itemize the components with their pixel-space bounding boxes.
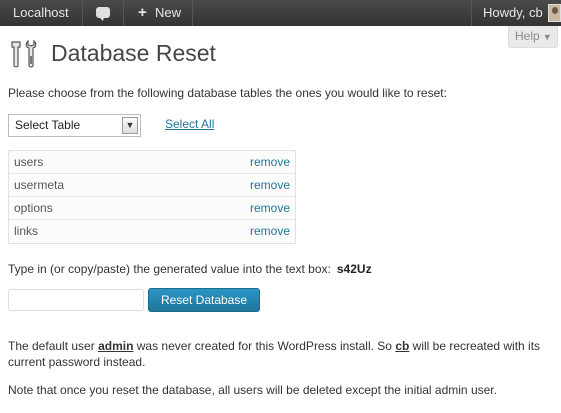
- confirm-code-input[interactable]: [8, 289, 144, 311]
- select-all-link[interactable]: Select All: [165, 117, 214, 131]
- remove-link[interactable]: remove: [250, 201, 290, 215]
- table-row: links remove: [9, 220, 295, 243]
- new-label: New: [155, 5, 182, 20]
- table-name: usermeta: [14, 178, 65, 192]
- site-name-link[interactable]: Localhost: [0, 0, 82, 26]
- warning-note: Note that once you reset the database, a…: [8, 383, 497, 397]
- new-content-button[interactable]: + New: [124, 0, 192, 26]
- table-name: users: [14, 155, 44, 169]
- default-username: admin: [98, 339, 134, 353]
- table-list: users remove usermeta remove options rem…: [8, 150, 296, 244]
- comment-bubble-icon: [96, 7, 110, 21]
- table-row: usermeta remove: [9, 174, 295, 197]
- intro-text: Please choose from the following databas…: [8, 86, 447, 100]
- avatar: [548, 4, 561, 22]
- note-text: was never created for this WordPress ins…: [136, 339, 392, 353]
- table-select[interactable]: Select Table ▼: [8, 114, 141, 137]
- help-label: Help: [515, 29, 540, 43]
- table-row: users remove: [9, 151, 295, 174]
- confirm-instructions: Type in (or copy/paste) the generated va…: [8, 262, 372, 276]
- remove-link[interactable]: remove: [250, 224, 290, 238]
- page-title: Database Reset: [51, 40, 216, 66]
- admin-bar-divider: [192, 0, 193, 26]
- account-greeting: Howdy, cb: [483, 5, 543, 20]
- admin-bar: Localhost + New Howdy, cb: [0, 0, 561, 26]
- current-username: cb: [395, 339, 410, 353]
- help-tab-button[interactable]: Help ▼: [508, 26, 558, 48]
- default-user-note: The default user admin was never created…: [8, 338, 556, 370]
- confirm-label: Type in (or copy/paste) the generated va…: [8, 262, 331, 276]
- remove-link[interactable]: remove: [250, 155, 290, 169]
- comments-button[interactable]: [83, 0, 123, 26]
- reset-database-button[interactable]: Reset Database: [148, 288, 260, 312]
- table-name: options: [14, 201, 53, 215]
- remove-link[interactable]: remove: [250, 178, 290, 192]
- table-name: links: [14, 224, 39, 238]
- note-text: The default user: [8, 339, 95, 353]
- caret-down-icon: ▼: [542, 32, 552, 42]
- plus-icon: +: [138, 4, 147, 21]
- table-row: options remove: [9, 197, 295, 220]
- tools-icon: [11, 39, 37, 68]
- account-menu[interactable]: Howdy, cb: [471, 0, 561, 26]
- table-select-value: Select Table: [15, 118, 81, 132]
- chevron-down-icon[interactable]: ▼: [122, 117, 138, 134]
- confirm-code: s42Uz: [336, 262, 372, 276]
